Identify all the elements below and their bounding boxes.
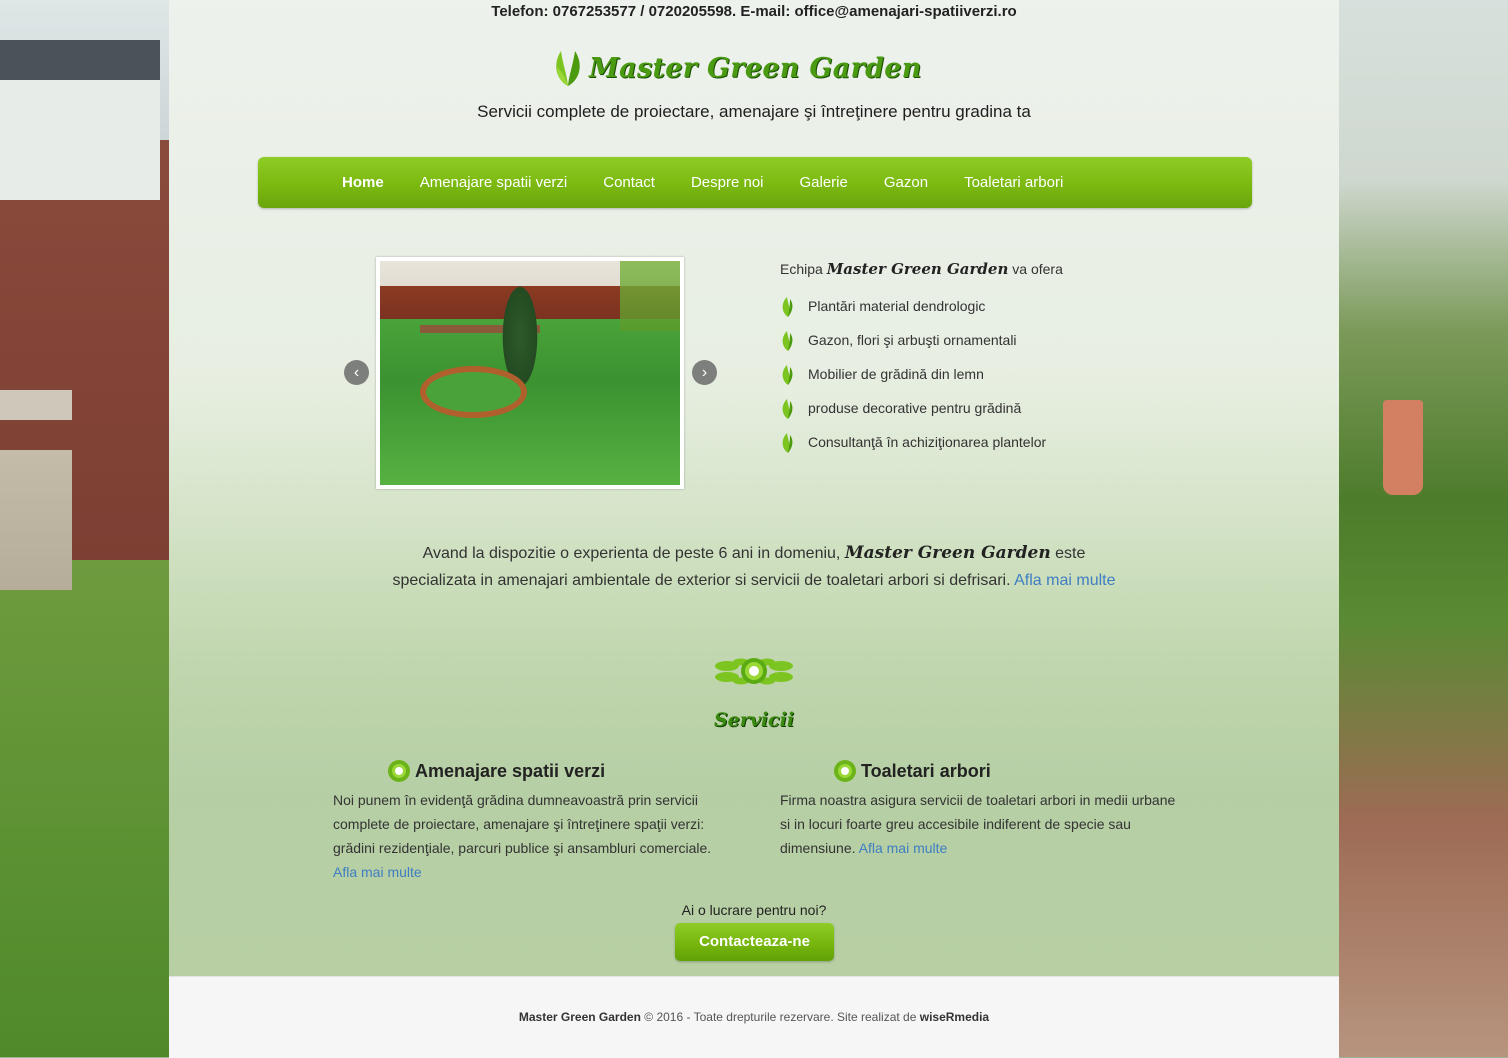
service-text: Firma noastra asigura servicii de toalet… xyxy=(780,792,1176,856)
leaf-icon xyxy=(782,365,793,385)
service-card-amenajare: Amenajare spatii verzi Noi punem în evid… xyxy=(333,758,733,884)
nav-item-toaletari-arbori[interactable]: Toaletari arbori xyxy=(964,174,1063,191)
cta-question: Ai o lucrare pentru noi? xyxy=(681,902,827,918)
service-title: Toaletari arbori xyxy=(833,758,1180,784)
footer: Master Green Garden © 2016 - Toate drept… xyxy=(169,976,1339,1058)
offer-intro-brand: Master Green Garden xyxy=(826,260,1009,278)
background-pot xyxy=(1383,400,1423,495)
chevron-left-icon[interactable]: ‹ xyxy=(344,360,369,385)
nav-item-gazon[interactable]: Gazon xyxy=(884,174,928,191)
about-paragraph: Avand la dispozitie o experienta de pest… xyxy=(389,540,1119,594)
service-more-link[interactable]: Afla mai multe xyxy=(859,840,948,856)
leaf-icon xyxy=(782,297,793,317)
background-house xyxy=(0,40,160,200)
tagline: Servicii complete de proiectare, amenaja… xyxy=(477,102,1031,121)
offer-intro: Echipa Master Green Garden va ofera xyxy=(780,258,1200,280)
nav-item-contact[interactable]: Contact xyxy=(603,174,655,191)
leaf-icon xyxy=(782,399,793,419)
leaf-icon xyxy=(782,331,793,351)
flower-ornament-icon xyxy=(715,658,793,685)
offer-intro-after: va ofera xyxy=(1012,261,1063,277)
brand-name: Master Green Garden xyxy=(589,52,922,84)
nav-item-amenajare-spatii-verzi[interactable]: Amenajare spatii verzi xyxy=(420,174,568,191)
footer-copyright: © 2016 - Toate drepturile rezervare. Sit… xyxy=(644,1010,917,1024)
background-left xyxy=(0,0,169,1057)
footer-brand: Master Green Garden xyxy=(518,1010,641,1024)
list-item: Mobilier de grădină din lemn xyxy=(780,358,1200,392)
leaf-icon xyxy=(782,433,793,453)
offer-list: Plantări material dendrologic Gazon, flo… xyxy=(780,290,1200,460)
about-text-before: Avand la dispozitie o experienta de pest… xyxy=(422,545,841,562)
contact-button[interactable]: Contacteaza-ne xyxy=(675,923,834,961)
chevron-right-icon[interactable]: › xyxy=(692,360,717,385)
list-item: produse decorative pentru grădină xyxy=(780,392,1200,426)
image-slider xyxy=(376,257,684,489)
slide-garden-photo xyxy=(380,261,680,485)
about-brand: Master Green Garden xyxy=(844,543,1051,563)
main-nav: Home Amenajare spatii verzi Contact Desp… xyxy=(258,157,1252,208)
footer-text: Master Green Garden © 2016 - Toate drept… xyxy=(169,1010,1339,1024)
contact-bar: Telefon: 0767253577 / 0720205598. E-mail… xyxy=(491,3,1017,20)
service-text: Noi punem în evidenţă grădina dumneavoas… xyxy=(333,792,712,856)
leaf-icon xyxy=(556,51,580,86)
nav-item-home[interactable]: Home xyxy=(342,174,384,191)
list-item: Plantări material dendrologic xyxy=(780,290,1200,324)
nav-item-galerie[interactable]: Galerie xyxy=(800,174,848,191)
offer-section: Echipa Master Green Garden va ofera Plan… xyxy=(780,258,1200,460)
offer-intro-before: Echipa xyxy=(780,261,823,277)
photo-willow xyxy=(620,261,680,331)
service-title: Amenajare spatii verzi xyxy=(387,758,733,784)
photo-flower-bed xyxy=(420,366,527,418)
site-logo[interactable]: Master Green Garden xyxy=(551,46,922,90)
list-item: Consultanţă în achiziţionarea plantelor xyxy=(780,426,1200,460)
flower-icon xyxy=(834,760,856,782)
nav-item-despre-noi[interactable]: Despre noi xyxy=(691,174,764,191)
list-item: Gazon, flori şi arbuşti ornamentali xyxy=(780,324,1200,358)
service-more-link[interactable]: Afla mai multe xyxy=(333,864,422,880)
background-birdbath xyxy=(0,390,72,590)
about-more-link[interactable]: Afla mai multe xyxy=(1014,572,1115,589)
flower-icon xyxy=(388,760,410,782)
background-right xyxy=(1339,0,1508,1057)
footer-author-link[interactable]: wiseRmedia xyxy=(920,1010,989,1024)
services-heading: Servicii xyxy=(713,709,795,731)
service-card-toaletari: Toaletari arbori Firma noastra asigura s… xyxy=(780,758,1180,860)
